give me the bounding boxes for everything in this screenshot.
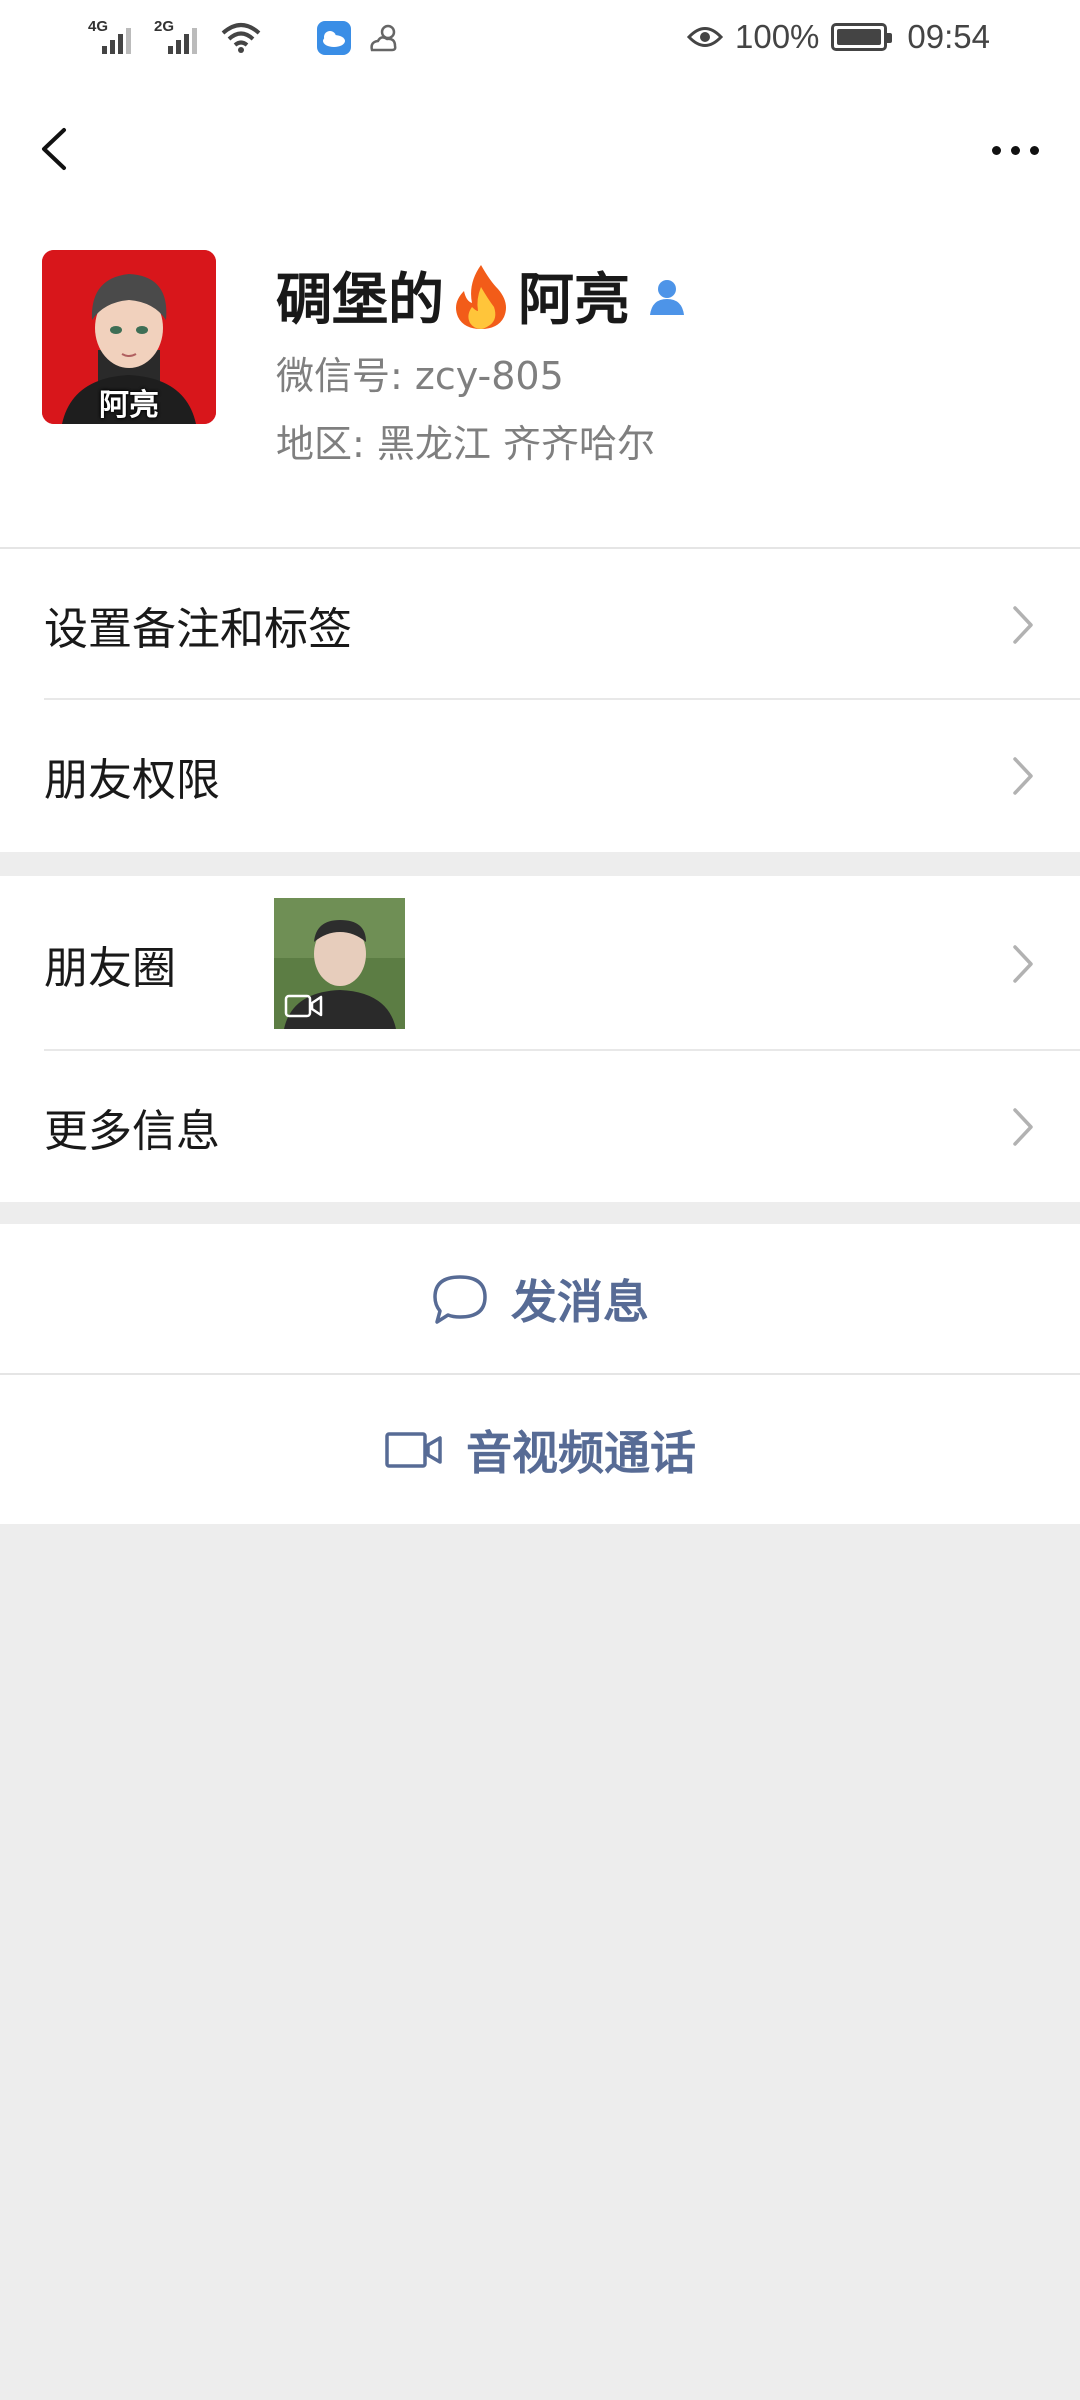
moments-thumbnail[interactable] bbox=[274, 898, 405, 1029]
wechat-id: 微信号: zcy-805 bbox=[276, 354, 564, 398]
battery-icon bbox=[831, 23, 893, 51]
chat-bubble-icon bbox=[433, 1274, 487, 1324]
send-message-label: 发消息 bbox=[511, 1274, 649, 1329]
more-dots-icon bbox=[991, 145, 1001, 155]
avatar-caption: 阿亮 bbox=[99, 388, 159, 423]
row-label: 设置备注和标签 bbox=[44, 603, 352, 655]
chevron-right-icon bbox=[1013, 605, 1033, 644]
nickname-row: 碉堡的 阿亮 bbox=[276, 255, 688, 336]
eye-icon bbox=[687, 27, 723, 47]
partly-cloudy-icon bbox=[370, 24, 397, 52]
chevron-right-icon bbox=[1013, 944, 1033, 983]
wifi-icon bbox=[221, 23, 261, 53]
region: 地区: 黑龙江 齐齐哈尔 bbox=[276, 422, 655, 466]
back-chevron-icon bbox=[42, 128, 66, 170]
video-call-icon bbox=[385, 1431, 442, 1468]
status-left: 4G 2G bbox=[88, 18, 402, 58]
send-message-button[interactable]: 发消息 bbox=[0, 1224, 1080, 1373]
row-label: 更多信息 bbox=[44, 1105, 220, 1157]
more-options-button[interactable] bbox=[980, 130, 1050, 170]
friend-permissions-row[interactable]: 朋友权限 bbox=[0, 700, 1080, 852]
set-remark-and-tags-row[interactable]: 设置备注和标签 bbox=[0, 549, 1080, 700]
status-right: 100% 09:54 bbox=[687, 18, 990, 56]
male-gender-icon bbox=[650, 279, 684, 315]
signal-icon: 2G bbox=[154, 18, 206, 58]
settings-group: 设置备注和标签 朋友权限 bbox=[0, 549, 1080, 852]
back-button[interactable] bbox=[30, 114, 80, 184]
chevron-right-icon bbox=[1013, 757, 1033, 795]
weather-app-icon bbox=[317, 21, 351, 55]
nickname-part-2: 阿亮 bbox=[518, 268, 630, 333]
battery-percent: 100% bbox=[735, 18, 820, 55]
moments-group: 朋友圈 更多信息 bbox=[0, 876, 1080, 1202]
status-bar: 4G 2G 100% 09:54 bbox=[0, 0, 1080, 80]
audio-video-call-button[interactable]: 音视频通话 bbox=[0, 1375, 1080, 1524]
row-label: 朋友圈 bbox=[44, 942, 176, 994]
signal-icon: 4G bbox=[88, 18, 140, 58]
row-label: 朋友权限 bbox=[44, 755, 220, 806]
nickname-part-1: 碉堡的 bbox=[276, 268, 444, 333]
fire-emoji-icon bbox=[456, 264, 506, 329]
more-info-row[interactable]: 更多信息 bbox=[0, 1051, 1080, 1202]
profile-header-section: 阿亮 碉堡的 阿亮 微信号: zcy-805 地区: 黑龙江 齐齐哈尔 bbox=[0, 80, 1080, 547]
moments-row[interactable]: 朋友圈 bbox=[0, 876, 1080, 1051]
avatar[interactable]: 阿亮 bbox=[42, 250, 216, 424]
chevron-right-icon bbox=[1013, 1107, 1033, 1146]
clock-time: 09:54 bbox=[907, 18, 990, 55]
audio-video-call-label: 音视频通话 bbox=[466, 1425, 696, 1480]
video-camera-icon bbox=[284, 994, 323, 1018]
